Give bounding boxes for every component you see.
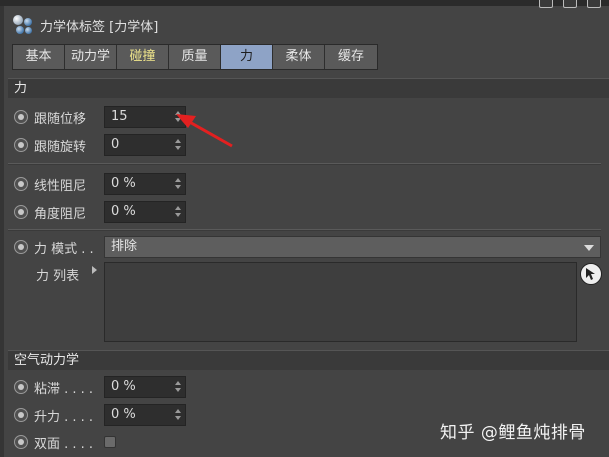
watermark: 知乎 @鲤鱼炖排骨 (440, 423, 586, 443)
annotation-arrow-icon (176, 114, 233, 148)
